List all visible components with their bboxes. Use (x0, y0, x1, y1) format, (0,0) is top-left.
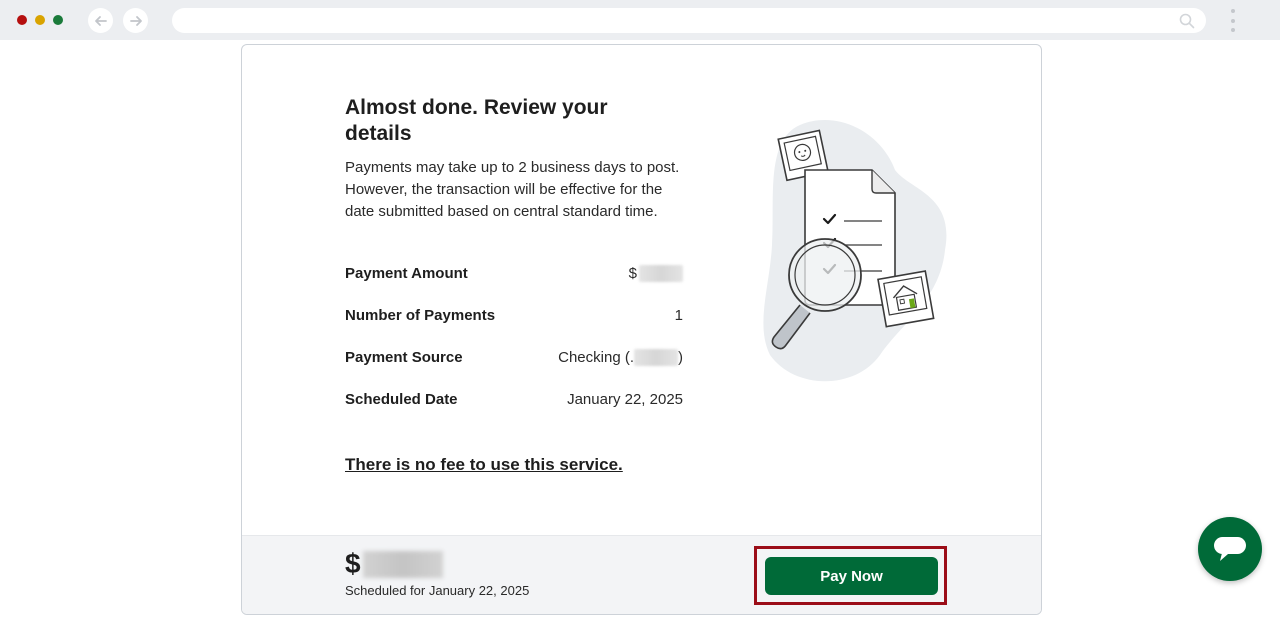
no-fee-notice: There is no fee to use this service. (345, 455, 623, 474)
scheduled-date-row: Scheduled Date January 22, 2025 (345, 391, 683, 411)
page-title: Almost done. Review your details (345, 96, 608, 145)
maximize-window-dot[interactable] (53, 15, 63, 25)
house-photo-icon (877, 270, 935, 328)
payment-amount-label: Payment Amount (345, 265, 468, 282)
scheduled-for-text: Scheduled for January 22, 2025 (345, 583, 530, 598)
chat-bubble-icon (1214, 537, 1246, 561)
payment-source-label: Payment Source (345, 349, 463, 366)
payment-amount-row: Payment Amount $ (345, 265, 683, 285)
pay-button-highlight: Pay Now (754, 546, 947, 605)
payment-summary-bar: $ Scheduled for January 22, 2025 Pay Now (242, 535, 1041, 614)
redacted-account-number (634, 349, 678, 366)
arrow-left-icon (94, 15, 107, 26)
number-of-payments-value: 1 (674, 307, 683, 324)
document-review-illustration (763, 120, 947, 382)
processing-notice: Payments may take up to 2 business days … (345, 159, 680, 220)
number-of-payments-label: Number of Payments (345, 307, 496, 324)
number-of-payments-row: Number of Payments 1 (345, 307, 683, 327)
payment-source-row: Payment Source Checking (. ) (345, 349, 683, 369)
review-card: Almost done. Review your details Payment… (241, 44, 1042, 615)
chat-button[interactable] (1198, 517, 1262, 581)
scheduled-date-label: Scheduled Date (345, 391, 458, 408)
payment-amount-value: $ (629, 265, 683, 282)
pay-now-button[interactable]: Pay Now (765, 557, 938, 595)
scheduled-date-value: January 22, 2025 (567, 391, 683, 408)
account-type: Checking (. (558, 349, 634, 366)
address-bar[interactable] (172, 8, 1206, 33)
account-close-paren: ) (678, 349, 683, 366)
forward-button[interactable] (123, 8, 148, 33)
arrow-right-icon (129, 15, 142, 26)
search-icon[interactable] (1179, 13, 1195, 29)
close-window-dot[interactable] (17, 15, 27, 25)
payment-source-value: Checking (. ) (558, 349, 683, 366)
back-button[interactable] (88, 8, 113, 33)
total-currency: $ (345, 548, 361, 579)
redacted-amount (639, 265, 683, 282)
minimize-window-dot[interactable] (35, 15, 45, 25)
browser-toolbar (0, 0, 1280, 40)
kebab-menu-icon[interactable] (1225, 7, 1241, 34)
currency-symbol: $ (628, 265, 637, 282)
total-amount: $ (345, 548, 443, 580)
redacted-total (362, 550, 443, 578)
